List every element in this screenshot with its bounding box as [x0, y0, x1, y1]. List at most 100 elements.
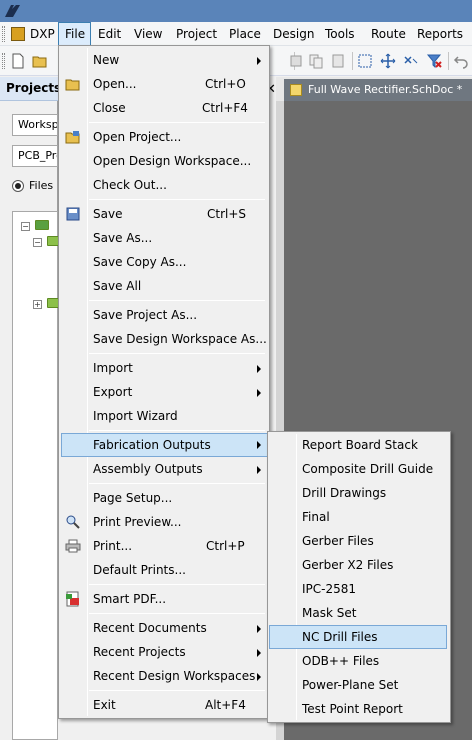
tab-full-wave-rectifier[interactable]: Full Wave Rectifier.SchDoc *: [284, 79, 472, 101]
menu-item-open-design-workspace[interactable]: Open Design Workspace...: [61, 150, 267, 172]
menu-item-exit[interactable]: Exit Alt+F4: [61, 694, 267, 716]
submenu-item-gerber-x2-files[interactable]: Gerber X2 Files: [270, 554, 448, 576]
menu-item-recent-documents[interactable]: Recent Documents: [61, 617, 267, 639]
menu-item-fabrication-outputs[interactable]: Fabrication Outputs: [61, 433, 269, 457]
submenu-item-drill-drawings[interactable]: Drill Drawings: [270, 482, 448, 504]
copy-icon[interactable]: [308, 53, 324, 69]
move-icon[interactable]: [380, 53, 396, 69]
menu-item-label: Save Design Workspace As...: [93, 332, 267, 346]
menu-place[interactable]: Place: [229, 22, 261, 46]
submenu-item-label: Gerber X2 Files: [302, 558, 394, 572]
menu-file[interactable]: File: [58, 22, 91, 46]
submenu-item-label: Power-Plane Set: [302, 678, 399, 692]
menu-item-label: Save Copy As...: [93, 255, 187, 269]
cross-select-icon[interactable]: [403, 53, 419, 69]
select-area-icon[interactable]: [357, 53, 373, 69]
menu-item-label: Check Out...: [93, 178, 167, 192]
paste-icon[interactable]: [330, 53, 346, 69]
submenu-item-final[interactable]: Final: [270, 506, 448, 528]
menu-separator: [89, 199, 265, 200]
menu-item-save-project-as[interactable]: Save Project As...: [61, 304, 267, 326]
menu-item-open[interactable]: Open... Ctrl+O: [61, 73, 267, 95]
cut-icon[interactable]: [288, 53, 304, 69]
menu-item-open-project[interactable]: Open Project...: [61, 126, 267, 148]
menu-item-recent-design-workspaces[interactable]: Recent Design Workspaces: [61, 665, 267, 687]
projects-panel: Projects Workspace1.DsnWrk PCB_Project1.…: [0, 77, 62, 740]
toolbar-grip[interactable]: [2, 26, 5, 42]
toolbar-grip-2[interactable]: [2, 53, 5, 69]
clear-filter-icon[interactable]: [426, 53, 442, 69]
toolbar-separator: [352, 52, 353, 70]
menu-view[interactable]: View: [134, 22, 162, 46]
menu-edit[interactable]: Edit: [98, 22, 121, 46]
menu-dxp[interactable]: DXP: [30, 22, 55, 46]
submenu-item-gerber-files[interactable]: Gerber Files: [270, 530, 448, 552]
menu-item-label: Open Project...: [93, 130, 182, 144]
menu-item-print-preview[interactable]: Print Preview...: [61, 511, 267, 533]
menu-item-save-as[interactable]: Save As...: [61, 227, 267, 249]
menu-item-check-out[interactable]: Check Out...: [61, 174, 267, 196]
project-tree[interactable]: − − +: [12, 211, 61, 740]
undo-icon[interactable]: [453, 53, 469, 69]
menu-item-save-all[interactable]: Save All: [61, 275, 267, 297]
menu-item-page-setup[interactable]: Page Setup...: [61, 487, 267, 509]
menu-item-save-copy-as[interactable]: Save Copy As...: [61, 251, 267, 273]
project-combo[interactable]: PCB_Project1.PrjPcb: [12, 145, 58, 167]
menu-item-close[interactable]: Close Ctrl+F4: [61, 97, 267, 119]
menu-item-label: Default Prints...: [93, 563, 186, 577]
files-radio[interactable]: [12, 180, 24, 192]
submenu-arrow-icon: [257, 649, 261, 657]
submenu-item-composite-drill-guide[interactable]: Composite Drill Guide: [270, 458, 448, 480]
submenu-item-label: Report Board Stack: [302, 438, 418, 452]
menu-item-smart-pdf[interactable]: Smart PDF...: [61, 588, 267, 610]
submenu-arrow-icon: [257, 466, 261, 474]
workspace-combo[interactable]: Workspace1.DsnWrk: [12, 114, 58, 136]
new-document-icon[interactable]: [10, 53, 26, 69]
tree-collapse-icon[interactable]: −: [21, 222, 30, 231]
menu-item-recent-projects[interactable]: Recent Projects: [61, 641, 267, 663]
menu-item-import[interactable]: Import: [61, 357, 267, 379]
menu-item-label: Fabrication Outputs: [93, 438, 211, 452]
file-menu: New Open... Ctrl+O Close Ctrl+F4 Open Pr…: [58, 45, 270, 719]
smart-pdf-icon: [65, 591, 81, 607]
menu-item-print[interactable]: Print... Ctrl+P: [61, 535, 267, 557]
submenu-item-report-board-stack[interactable]: Report Board Stack: [270, 434, 448, 456]
menu-item-assembly-outputs[interactable]: Assembly Outputs: [61, 458, 267, 480]
menu-reports[interactable]: Reports: [417, 22, 463, 46]
submenu-arrow-icon: [257, 625, 261, 633]
menu-item-export[interactable]: Export: [61, 381, 267, 403]
submenu-item-power-plane-set[interactable]: Power-Plane Set: [270, 674, 448, 696]
menu-item-new[interactable]: New: [61, 49, 267, 71]
submenu-item-nc-drill-files[interactable]: NC Drill Files: [269, 625, 447, 649]
menu-project[interactable]: Project: [176, 22, 217, 46]
menu-tools[interactable]: Tools: [325, 22, 355, 46]
menu-item-default-prints[interactable]: Default Prints...: [61, 559, 267, 581]
files-radio-label: Files: [29, 179, 54, 192]
submenu-item-mask-set[interactable]: Mask Set: [270, 602, 448, 624]
submenu-item-label: Test Point Report: [302, 702, 403, 716]
menu-item-label: Recent Projects: [93, 645, 186, 659]
menu-design[interactable]: Design: [273, 22, 314, 46]
menu-separator: [89, 613, 265, 614]
menu-item-import-wizard[interactable]: Import Wizard: [61, 405, 267, 427]
menu-item-shortcut: Ctrl+F4: [202, 101, 248, 115]
panel-title: Projects: [6, 81, 62, 95]
submenu-item-label: Drill Drawings: [302, 486, 387, 500]
menu-item-label: Open Design Workspace...: [93, 154, 252, 168]
submenu-item-label: NC Drill Files: [302, 630, 378, 644]
menu-route[interactable]: Route: [371, 22, 406, 46]
submenu-item-ipc-2581[interactable]: IPC-2581: [270, 578, 448, 600]
menu-design-label: Design: [273, 27, 315, 41]
menu-item-save[interactable]: Save Ctrl+S: [61, 203, 267, 225]
title-bar: [0, 0, 472, 22]
open-folder-icon[interactable]: [32, 53, 48, 69]
menu-route-label: Route: [371, 27, 406, 41]
schematic-document-icon: [290, 84, 302, 96]
tree-collapse-icon[interactable]: −: [33, 238, 42, 247]
tree-expand-icon[interactable]: +: [33, 300, 42, 309]
submenu-item-label: ODB++ Files: [302, 654, 380, 668]
submenu-item-odb-files[interactable]: ODB++ Files: [270, 650, 448, 672]
submenu-item-test-point-report[interactable]: Test Point Report: [270, 698, 448, 720]
menu-item-save-design-workspace-as[interactable]: Save Design Workspace As...: [61, 328, 267, 350]
menu-tools-label: Tools: [325, 27, 355, 41]
